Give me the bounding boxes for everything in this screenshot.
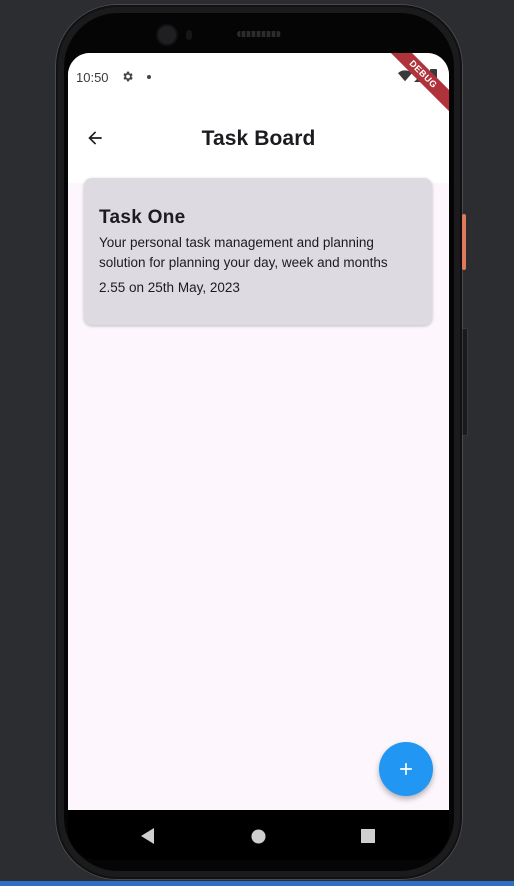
home-circle-icon xyxy=(250,828,266,844)
task-card[interactable]: Task One Your personal task management a… xyxy=(84,178,432,325)
earpiece-speaker xyxy=(237,31,281,37)
nav-back-button[interactable] xyxy=(136,824,160,848)
nav-home-button[interactable] xyxy=(246,824,270,848)
add-task-button[interactable] xyxy=(379,742,433,796)
gear-icon xyxy=(123,71,133,82)
front-camera xyxy=(158,26,176,44)
notification-dot-icon xyxy=(147,75,151,79)
task-date: 2.55 on 25th May, 2023 xyxy=(99,280,240,295)
app-screen: 10:50 DEBUG Task Board Task One Your per… xyxy=(68,53,449,810)
app-bar: Task Board xyxy=(68,97,449,183)
page-title: Task Board xyxy=(201,127,316,150)
system-nav-bar xyxy=(68,810,449,860)
volume-button[interactable] xyxy=(462,328,468,436)
back-triangle-icon xyxy=(141,828,154,844)
task-description: Your personal task management and planni… xyxy=(99,235,388,270)
recents-square-icon xyxy=(361,829,375,843)
plus-icon xyxy=(400,763,412,775)
task-title: Task One xyxy=(99,207,186,228)
nav-recents-button[interactable] xyxy=(356,824,380,848)
status-time: 10:50 xyxy=(76,70,109,85)
status-bar: 10:50 xyxy=(68,53,449,97)
power-button[interactable] xyxy=(462,214,466,270)
proximity-sensor xyxy=(186,30,192,40)
taskbar-strip xyxy=(0,881,514,886)
